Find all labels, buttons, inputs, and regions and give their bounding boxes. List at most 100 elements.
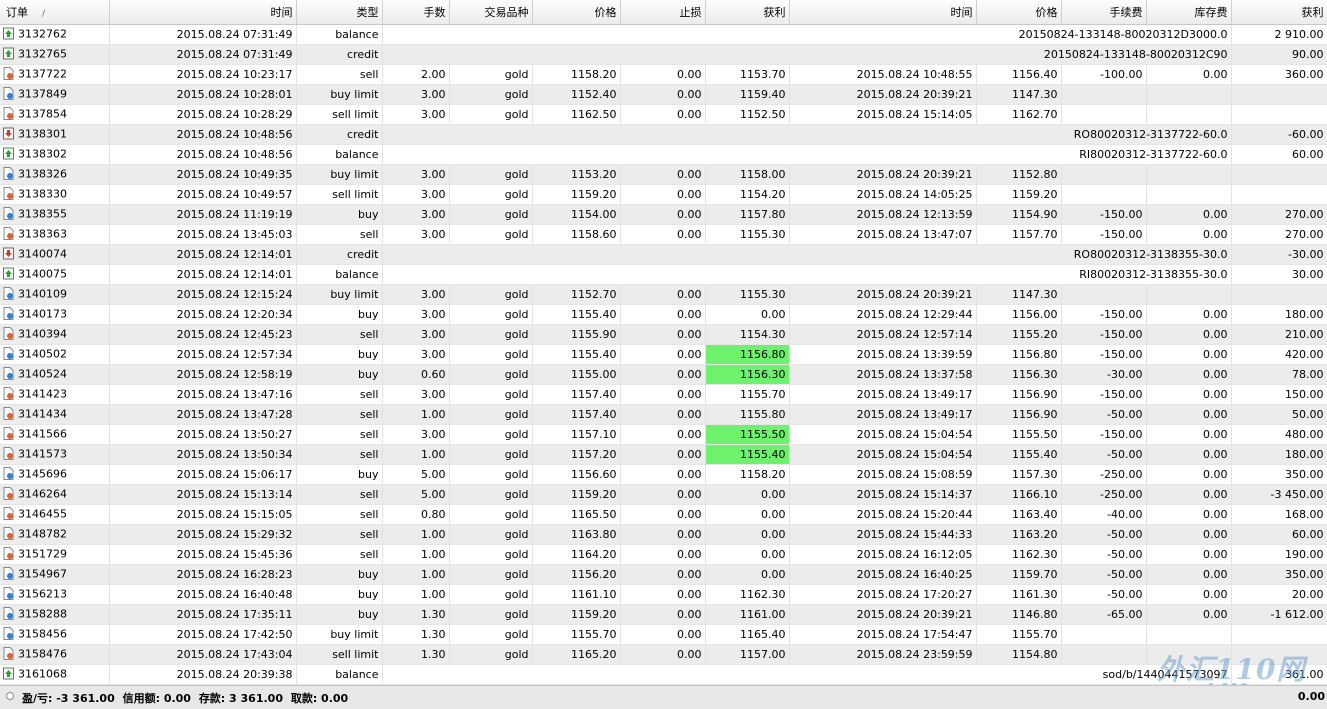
table-row[interactable]: 3140075 2015.08.24 12:14:01 balance RI80020…: [0, 264, 1327, 285]
comment-cell: sod/b/1440441573097: [382, 664, 1232, 685]
col-header-profit[interactable]: 获利: [1231, 0, 1327, 25]
table-row[interactable]: 3138363 2015.08.24 13:45:03 sell 3.00 gold 11…: [0, 224, 1327, 245]
table-row[interactable]: 3138326 2015.08.24 10:49:35 buy limit 3.00 g…: [0, 164, 1327, 185]
order-cell[interactable]: 3158288: [0, 604, 110, 625]
symbol-cell: gold: [449, 224, 533, 245]
order-cell[interactable]: 3137854: [0, 104, 110, 125]
summary-radio-icon[interactable]: [6, 692, 14, 700]
stop-loss-cell: 0.00: [620, 644, 706, 665]
order-id: 3138302: [18, 147, 67, 161]
order-cell[interactable]: 3146264: [0, 484, 110, 505]
table-row[interactable]: 3158288 2015.08.24 17:35:11 buy 1.30 gold 115…: [0, 604, 1327, 625]
order-cell[interactable]: 3158456: [0, 624, 110, 645]
table-row[interactable]: 3148782 2015.08.24 15:29:32 sell 1.00 gold 11…: [0, 524, 1327, 545]
order-cell[interactable]: 3137849: [0, 84, 110, 105]
order-cell[interactable]: 3138363: [0, 224, 110, 245]
table-row[interactable]: 3137854 2015.08.24 10:28:29 sell limit 3.00…: [0, 104, 1327, 125]
order-cell[interactable]: 3141566: [0, 424, 110, 445]
order-cell[interactable]: 3145696: [0, 464, 110, 485]
take-profit-cell: 0.00: [705, 564, 790, 585]
symbol-cell: gold: [449, 424, 533, 445]
order-cell[interactable]: 3132765: [0, 44, 110, 65]
table-row[interactable]: 3138330 2015.08.24 10:49:57 sell limit 3.00…: [0, 184, 1327, 205]
order-cell[interactable]: 3151729: [0, 544, 110, 565]
table-row[interactable]: 3132762 2015.08.24 07:31:49 balance 2015082…: [0, 24, 1327, 45]
order-cell[interactable]: 3138330: [0, 184, 110, 205]
swap-cell: 0.00: [1146, 324, 1232, 345]
table-row[interactable]: 3140524 2015.08.24 12:58:19 buy 0.60 gold 115…: [0, 364, 1327, 385]
order-cell[interactable]: 3140524: [0, 364, 110, 385]
buy-order-icon: [3, 567, 14, 581]
table-row[interactable]: 3141434 2015.08.24 13:47:28 sell 1.00 gold 11…: [0, 404, 1327, 425]
col-header-symbol[interactable]: 交易品种: [449, 0, 533, 25]
col-header-close-price[interactable]: 价格: [976, 0, 1062, 25]
order-cell[interactable]: 3140173: [0, 304, 110, 325]
col-header-type[interactable]: 类型: [296, 0, 383, 25]
table-row[interactable]: 3141423 2015.08.24 13:47:16 sell 3.00 gold 11…: [0, 384, 1327, 405]
order-cell[interactable]: 3138302: [0, 144, 110, 165]
order-cell[interactable]: 3141573: [0, 444, 110, 465]
order-id: 3138301: [18, 127, 67, 141]
summary-profit-loss: 盈/亏: -3 361.00: [22, 692, 115, 705]
order-cell[interactable]: 3140074: [0, 244, 110, 265]
order-cell[interactable]: 3156213: [0, 584, 110, 605]
table-row[interactable]: 3138355 2015.08.24 11:19:19 buy 3.00 gold 115…: [0, 204, 1327, 225]
table-row[interactable]: 3132765 2015.08.24 07:31:49 credit 20150824…: [0, 44, 1327, 65]
col-header-commission[interactable]: 手续费: [1061, 0, 1147, 25]
table-row[interactable]: 3161068 2015.08.24 20:39:38 balance sod/b/1…: [0, 664, 1327, 685]
order-cell[interactable]: 3138301: [0, 124, 110, 145]
order-cell[interactable]: 3141423: [0, 384, 110, 405]
order-cell[interactable]: 3140109: [0, 284, 110, 305]
order-id: 3146455: [18, 507, 67, 521]
table-row[interactable]: 3138302 2015.08.24 10:48:56 balance RI80020…: [0, 144, 1327, 165]
table-row[interactable]: 3140074 2015.08.24 12:14:01 credit RO800203…: [0, 244, 1327, 265]
table-row[interactable]: 3151729 2015.08.24 15:45:36 sell 1.00 gold 11…: [0, 544, 1327, 565]
order-cell[interactable]: 3146455: [0, 504, 110, 525]
table-row[interactable]: 3138301 2015.08.24 10:48:56 credit RO800203…: [0, 124, 1327, 145]
table-row[interactable]: 3140173 2015.08.24 12:20:34 buy 3.00 gold 115…: [0, 304, 1327, 325]
table-row[interactable]: 3156213 2015.08.24 16:40:48 buy 1.00 gold 116…: [0, 584, 1327, 605]
table-row[interactable]: 3158476 2015.08.24 17:43:04 sell limit 1.30…: [0, 644, 1327, 665]
table-row[interactable]: 3154967 2015.08.24 16:28:23 buy 1.00 gold 115…: [0, 564, 1327, 585]
table-row[interactable]: 3137722 2015.08.24 10:23:17 sell 2.00 gold 11…: [0, 64, 1327, 85]
table-row[interactable]: 3146455 2015.08.24 15:15:05 sell 0.80 gold 11…: [0, 504, 1327, 525]
col-header-swap[interactable]: 库存费: [1146, 0, 1232, 25]
close-time-cell: 2015.08.24 17:20:27: [789, 584, 977, 605]
close-price-cell: 1152.80: [976, 164, 1062, 185]
col-header-lots[interactable]: 手数: [382, 0, 450, 25]
table-row[interactable]: 3145696 2015.08.24 15:06:17 buy 5.00 gold 115…: [0, 464, 1327, 485]
order-cell[interactable]: 3132762: [0, 24, 110, 45]
col-header-open-time[interactable]: 时间: [109, 0, 297, 25]
order-cell[interactable]: 3140075: [0, 264, 110, 285]
open-time-cell: 2015.08.24 13:47:28: [109, 404, 297, 425]
order-cell[interactable]: 3154967: [0, 564, 110, 585]
table-row[interactable]: 3140502 2015.08.24 12:57:34 buy 3.00 gold 115…: [0, 344, 1327, 365]
order-id: 3141566: [18, 427, 67, 441]
col-header-close-time[interactable]: 时间: [789, 0, 977, 25]
table-row[interactable]: 3141566 2015.08.24 13:50:27 sell 3.00 gold 11…: [0, 424, 1327, 445]
order-cell[interactable]: 3161068: [0, 664, 110, 685]
profit-cell: 78.00: [1231, 364, 1327, 385]
lots-cell: 3.00: [382, 204, 450, 225]
order-cell[interactable]: 3138355: [0, 204, 110, 225]
order-cell[interactable]: 3140394: [0, 324, 110, 345]
order-cell[interactable]: 3158476: [0, 644, 110, 665]
table-row[interactable]: 3146264 2015.08.24 15:13:14 sell 5.00 gold 11…: [0, 484, 1327, 505]
table-row[interactable]: 3158456 2015.08.24 17:42:50 buy limit 1.30 g…: [0, 624, 1327, 645]
col-header-stop-loss[interactable]: 止损: [620, 0, 706, 25]
symbol-cell: gold: [449, 504, 533, 525]
close-time-cell: 2015.08.24 15:14:05: [789, 104, 977, 125]
col-header-take-profit[interactable]: 获利: [705, 0, 790, 25]
order-cell[interactable]: 3141434: [0, 404, 110, 425]
table-row[interactable]: 3137849 2015.08.24 10:28:01 buy limit 3.00 g…: [0, 84, 1327, 105]
order-cell[interactable]: 3148782: [0, 524, 110, 545]
lots-cell: 5.00: [382, 484, 450, 505]
col-header-order[interactable]: 订单 /: [0, 0, 110, 25]
table-row[interactable]: 3141573 2015.08.24 13:50:34 sell 1.00 gold 11…: [0, 444, 1327, 465]
order-cell[interactable]: 3137722: [0, 64, 110, 85]
table-row[interactable]: 3140394 2015.08.24 12:45:23 sell 3.00 gold 11…: [0, 324, 1327, 345]
col-header-open-price[interactable]: 价格: [532, 0, 621, 25]
order-cell[interactable]: 3138326: [0, 164, 110, 185]
table-row[interactable]: 3140109 2015.08.24 12:15:24 buy limit 3.00 g…: [0, 284, 1327, 305]
order-cell[interactable]: 3140502: [0, 344, 110, 365]
